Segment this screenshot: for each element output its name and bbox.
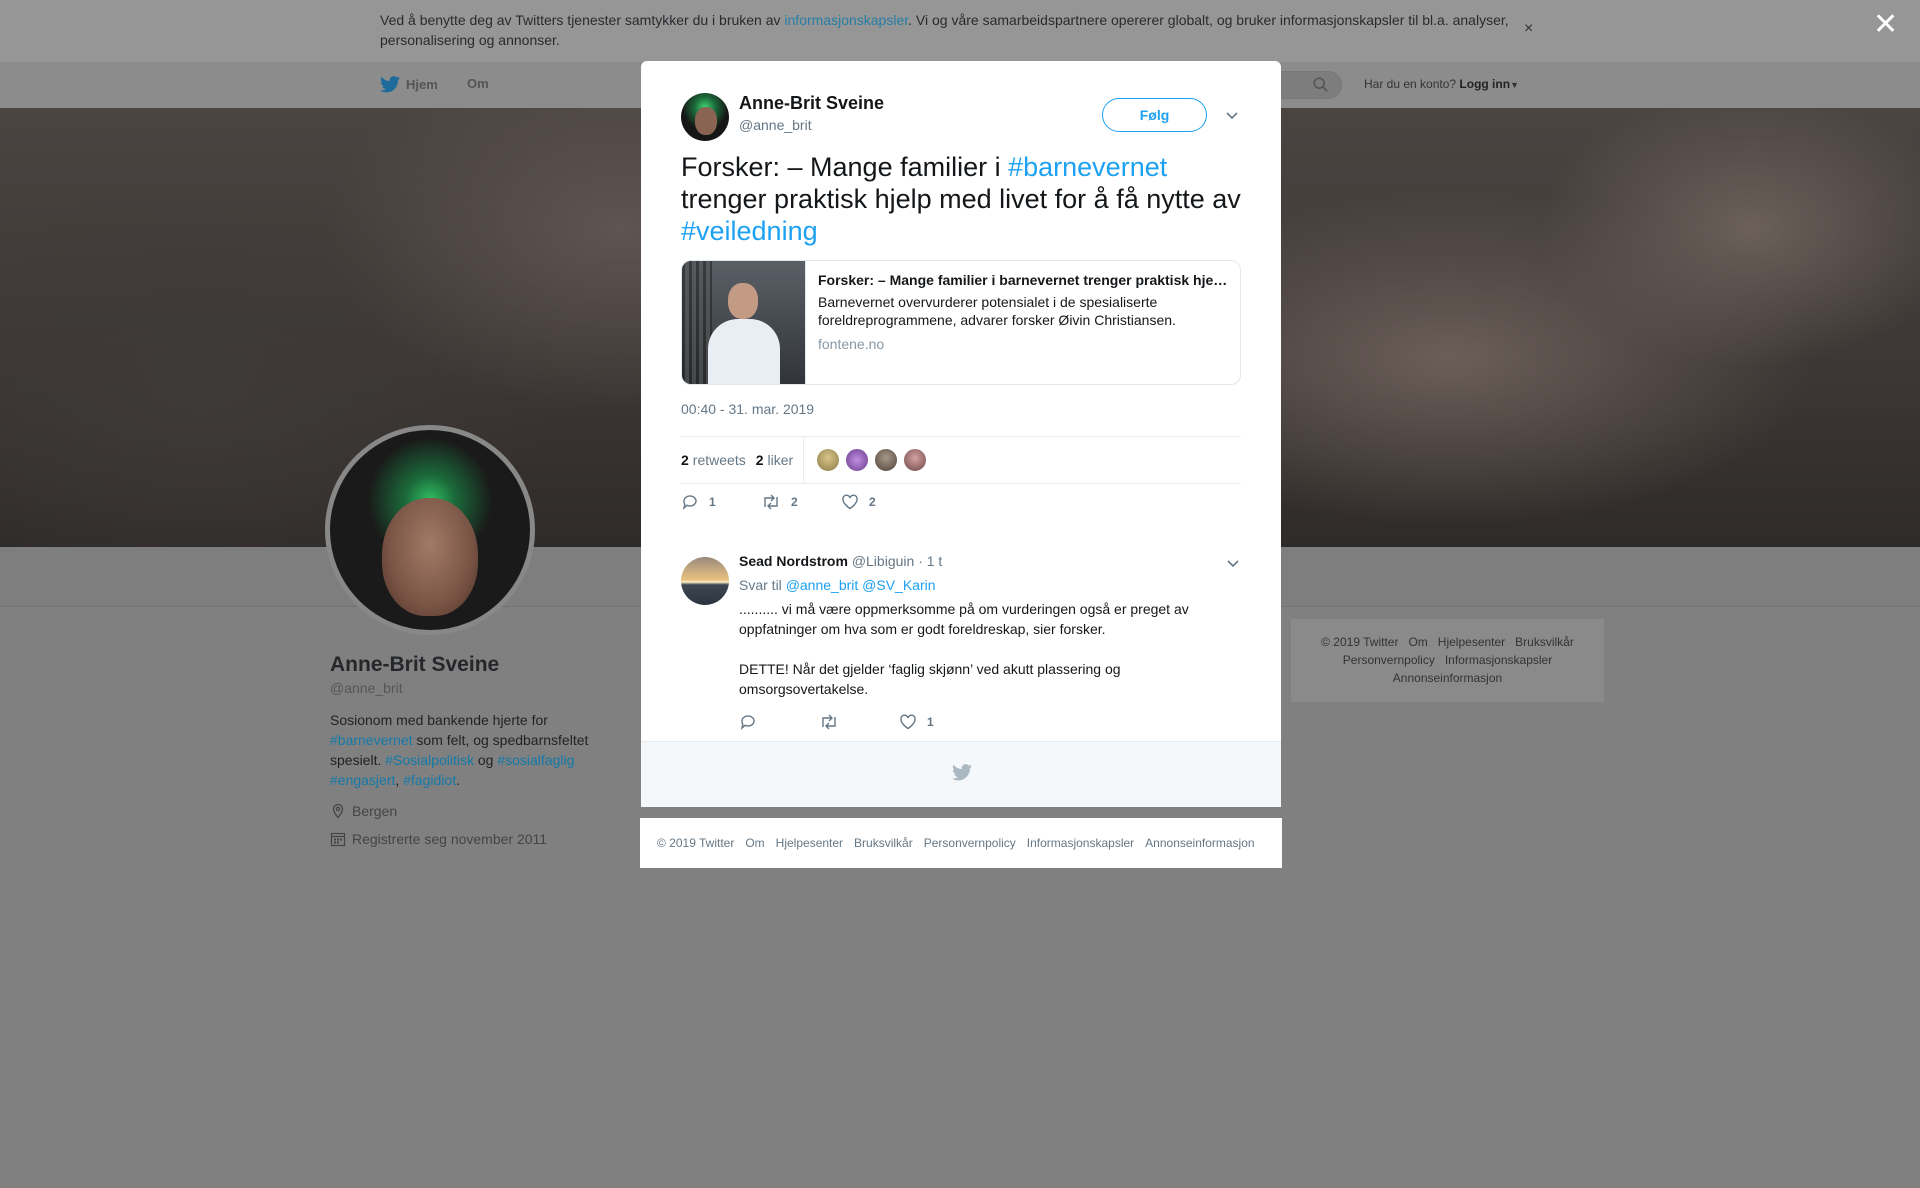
hashtag-link[interactable]: #barnevernet bbox=[330, 732, 413, 748]
profile-joined: Registrerte seg november 2011 bbox=[330, 831, 547, 847]
footer-link[interactable]: © 2019 Twitter bbox=[657, 836, 734, 850]
cookie-text: Ved å benytte deg av Twitters tjenester … bbox=[380, 12, 1509, 48]
nav-about[interactable]: Om bbox=[467, 76, 489, 91]
tweet-author-handle[interactable]: @anne_brit bbox=[739, 117, 812, 133]
side-footer: © 2019 Twitter Om Hjelpesenter Bruksvilkår … bbox=[1291, 619, 1604, 702]
liker-avatar[interactable] bbox=[874, 448, 899, 472]
hashtag-link[interactable]: #barnevernet bbox=[1008, 152, 1167, 182]
reply-author-handle[interactable]: @Libiguin bbox=[852, 553, 914, 569]
cookie-close-button[interactable]: × bbox=[1524, 20, 1533, 38]
liker-avatar[interactable] bbox=[845, 448, 870, 472]
reply-author-name[interactable]: Sead Nordstrom bbox=[739, 553, 848, 569]
modal-footer: © 2019 Twitter Om Hjelpesenter Bruksvilk… bbox=[640, 818, 1282, 868]
chevron-down-icon[interactable] bbox=[1224, 107, 1240, 123]
like-button[interactable]: 2 bbox=[841, 493, 921, 511]
calendar-icon bbox=[330, 832, 346, 847]
likes-stat[interactable]: 2 liker bbox=[756, 452, 793, 468]
footer-link[interactable]: © 2019 Twitter bbox=[1321, 635, 1398, 649]
twitter-bird-icon bbox=[952, 764, 972, 781]
card-title: Forsker: – Mange familier i barnevernet … bbox=[818, 272, 1230, 288]
reply-author-avatar[interactable] bbox=[681, 557, 729, 605]
nav-home-label: Hjem bbox=[406, 77, 438, 92]
retweet-button[interactable]: 2 bbox=[761, 493, 841, 511]
nav-home[interactable]: Hjem bbox=[380, 76, 438, 93]
heart-icon bbox=[842, 494, 858, 510]
hashtag-link[interactable]: #veiledning bbox=[681, 216, 818, 246]
card-thumbnail bbox=[682, 261, 806, 384]
chevron-down-icon[interactable] bbox=[1225, 555, 1241, 571]
footer-link[interactable]: Informasjonskapsler bbox=[1027, 836, 1134, 850]
retweets-stat[interactable]: 2 retweets bbox=[681, 452, 746, 468]
hashtag-link[interactable]: #sosialfaglig bbox=[497, 752, 574, 768]
reply-button[interactable] bbox=[739, 713, 819, 731]
footer-link[interactable]: Om bbox=[1408, 635, 1427, 649]
reply-time[interactable]: · 1 t bbox=[918, 553, 942, 569]
tweet-actions: 1 2 2 bbox=[681, 493, 921, 511]
tweet-text: Forsker: – Mange familier i #barnevernet… bbox=[681, 152, 1241, 246]
cookie-link[interactable]: informasjonskapsler bbox=[784, 12, 908, 28]
like-button[interactable]: 1 bbox=[899, 713, 979, 731]
profile-avatar[interactable] bbox=[325, 425, 535, 635]
footer-link[interactable]: Bruksvilkår bbox=[854, 836, 913, 850]
reply-header: Sead Nordstrom @Libiguin · 1 t bbox=[739, 553, 942, 569]
search-icon[interactable] bbox=[1312, 76, 1330, 94]
hashtag-link[interactable]: #engasjert bbox=[330, 772, 395, 788]
reply-actions: 1 bbox=[739, 713, 979, 731]
card-description: Barnevernet overvurderer potensialet i d… bbox=[818, 294, 1176, 328]
location-pin-icon bbox=[332, 803, 344, 819]
tweet-author-name[interactable]: Anne-Brit Sveine bbox=[739, 93, 884, 114]
card-domain: fontene.no bbox=[818, 336, 885, 352]
caret-down-icon: ▼ bbox=[1510, 80, 1519, 90]
heart-icon bbox=[900, 714, 916, 730]
overlay-close-button[interactable]: ✕ bbox=[1873, 10, 1898, 40]
login-area: Har du en konto? Logg inn▼ bbox=[1364, 77, 1519, 91]
tweet-modal: Anne-Brit Sveine @anne_brit Følg Forsker… bbox=[641, 61, 1281, 807]
footer-link[interactable]: Annonseinformasjon bbox=[1145, 836, 1254, 850]
card-body: Forsker: – Mange familier i barnevernet … bbox=[806, 261, 1240, 384]
modal-bottom-bar bbox=[641, 741, 1281, 807]
tweet-stats: 2 retweets 2 liker bbox=[681, 436, 1241, 484]
reply-to: Svar til @anne_brit @SV_Karin bbox=[739, 577, 936, 593]
reply-button[interactable]: 1 bbox=[681, 493, 761, 511]
mention-link[interactable]: @anne_brit bbox=[786, 577, 859, 593]
footer-link[interactable]: Bruksvilkår bbox=[1515, 635, 1574, 649]
footer-link[interactable]: Annonseinformasjon bbox=[1393, 671, 1502, 685]
profile-bio: Sosionom med bankende hjerte for #barnev… bbox=[330, 712, 589, 788]
reply-icon bbox=[740, 715, 755, 730]
reply-icon bbox=[682, 495, 697, 510]
twitter-bird-icon bbox=[380, 76, 400, 93]
footer-link[interactable]: Personvernpolicy bbox=[924, 836, 1016, 850]
retweet-icon bbox=[822, 714, 836, 730]
footer-link[interactable]: Hjelpesenter bbox=[776, 836, 843, 850]
footer-link[interactable]: Informasjonskapsler bbox=[1445, 653, 1552, 667]
reply-text: .......... vi må være oppmerksomme på om… bbox=[739, 601, 1189, 697]
tweet-timestamp[interactable]: 00:40 - 31. mar. 2019 bbox=[681, 401, 814, 417]
retweet-icon bbox=[764, 494, 778, 510]
login-dropdown[interactable]: Logg inn bbox=[1459, 77, 1510, 91]
hashtag-link[interactable]: #Sosialpolitisk bbox=[385, 752, 474, 768]
link-card[interactable]: Forsker: – Mange familier i barnevernet … bbox=[681, 260, 1241, 385]
liker-avatar[interactable] bbox=[816, 448, 841, 472]
follow-button[interactable]: Følg bbox=[1102, 98, 1207, 132]
cookie-banner: Ved å benytte deg av Twitters tjenester … bbox=[0, 0, 1920, 62]
mention-link[interactable]: @SV_Karin bbox=[862, 577, 935, 593]
footer-link[interactable]: Om bbox=[745, 836, 764, 850]
footer-link[interactable]: Hjelpesenter bbox=[1438, 635, 1505, 649]
profile-handle[interactable]: @anne_brit bbox=[330, 680, 403, 696]
profile-name[interactable]: Anne-Brit Sveine bbox=[330, 653, 499, 677]
profile-location: Bergen bbox=[330, 803, 397, 819]
retweet-button[interactable] bbox=[819, 713, 899, 731]
hashtag-link[interactable]: #fagidiot bbox=[403, 772, 456, 788]
footer-link[interactable]: Personvernpolicy bbox=[1343, 653, 1435, 667]
liker-avatar[interactable] bbox=[903, 448, 928, 472]
tweet-author-avatar[interactable] bbox=[681, 93, 729, 141]
